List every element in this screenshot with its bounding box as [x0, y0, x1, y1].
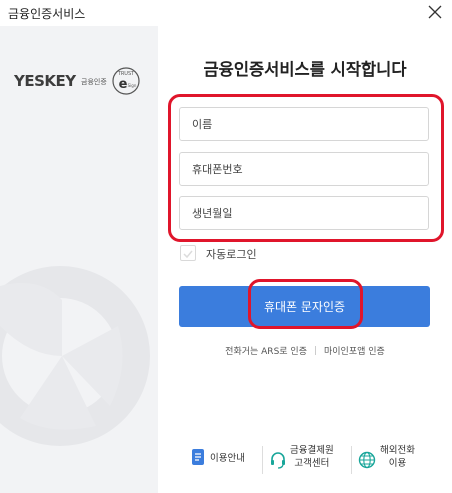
customer-center-label: 금융결제원고객센터 [290, 444, 334, 470]
customer-center-line1: 금융결제원 [290, 445, 334, 456]
title-bar: 금융인증서비스 [0, 0, 452, 26]
link-divider [314, 346, 316, 355]
document-icon [192, 449, 204, 465]
alt-auth-links: 전화거는 ARS로 인증 마이인포앱 인증 [158, 344, 452, 357]
phone-field[interactable] [179, 152, 429, 186]
usage-guide-label: 이용안내 [210, 453, 245, 464]
window-title: 금융인증서비스 [8, 7, 86, 21]
overseas-call-line2: 이용 [388, 458, 407, 469]
globe-icon [358, 451, 376, 469]
check-icon [183, 250, 193, 259]
yeskey-logo: YESKEY 금융인증 TRUST e Sign [14, 66, 146, 96]
close-icon[interactable] [426, 3, 444, 21]
trust-sign-label: Sign [128, 83, 137, 88]
footer-divider [351, 446, 352, 474]
main-panel: 금융인증서비스를 시작합니다 자동로그인 휴대폰 문자인증 전화거는 ARS로 … [158, 26, 452, 493]
myinfo-app-auth-link[interactable]: 마이인포앱 인증 [324, 347, 385, 357]
trust-e-mark: e [119, 77, 128, 92]
page-title: 금융인증서비스를 시작합니다 [203, 60, 407, 79]
auto-login-checkbox[interactable] [180, 245, 196, 261]
logo-subtitle: 금융인증 [81, 78, 107, 86]
overseas-call-line1: 해외전화 [380, 445, 415, 456]
overseas-call-label: 해외전화이용 [380, 444, 415, 470]
birthdate-field[interactable] [179, 196, 429, 230]
headset-icon [271, 452, 285, 469]
name-field[interactable] [179, 107, 429, 141]
sms-auth-button[interactable]: 휴대폰 문자인증 [179, 286, 430, 327]
ars-auth-link[interactable]: 전화거는 ARS로 인증 [225, 347, 307, 357]
customer-center-line2: 고객센터 [294, 458, 330, 469]
decorative-pattern [0, 266, 150, 446]
birthdate-input[interactable] [180, 197, 428, 229]
phone-input[interactable] [180, 153, 428, 185]
brand-panel: YESKEY 금융인증 TRUST e Sign [0, 26, 158, 493]
name-input[interactable] [180, 108, 428, 140]
auto-login-label: 자동로그인 [206, 248, 257, 261]
logo-wordmark: YESKEY [14, 72, 76, 90]
trust-esign-icon: TRUST e Sign [112, 67, 140, 95]
footer-divider [262, 446, 263, 474]
